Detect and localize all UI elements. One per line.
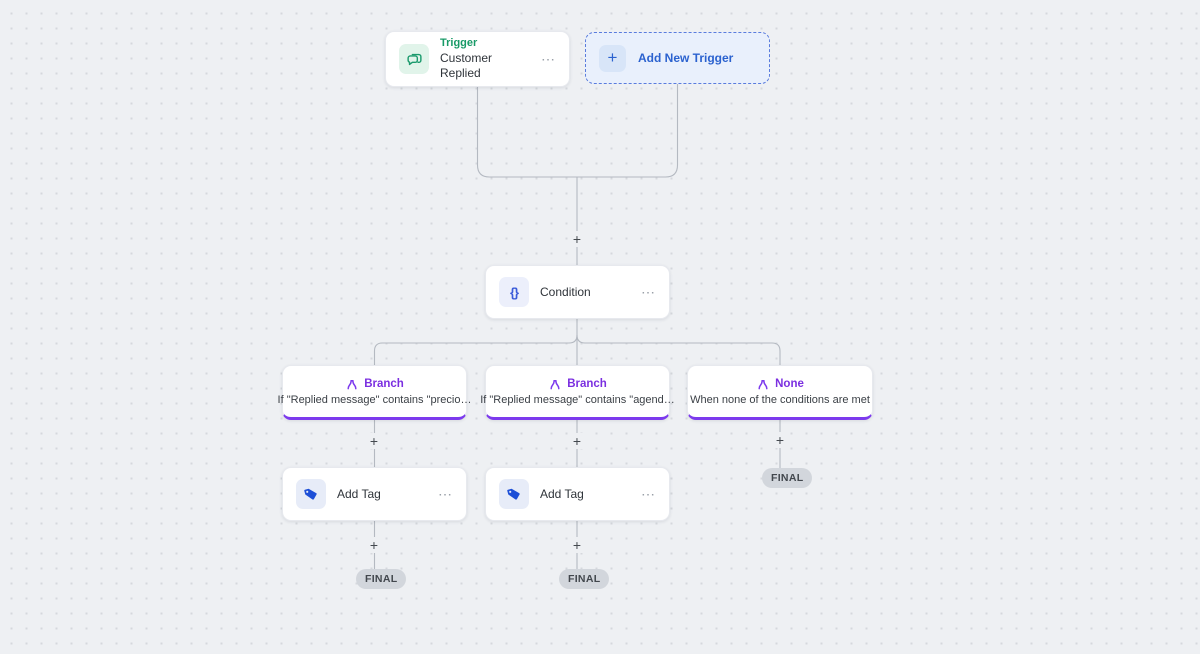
branch-condition-text: When none of the conditions are met <box>690 394 870 406</box>
final-badge: FINAL <box>559 569 610 589</box>
add-step-button[interactable]: + <box>772 432 788 448</box>
add-step-button[interactable]: + <box>366 433 382 449</box>
branch-condition-text: If "Replied message" contains "precio… <box>277 394 472 406</box>
trigger-menu-button[interactable]: ⋯ <box>541 51 556 68</box>
branch-node-2[interactable]: Branch If "Replied message" contains "ag… <box>480 365 675 420</box>
branch-node-1[interactable]: Branch If "Replied message" contains "pr… <box>278 365 471 420</box>
trigger-title: Customer Replied <box>440 50 493 80</box>
branch-condition-text: If "Replied message" contains "agend… <box>480 394 675 406</box>
add-step-button[interactable]: + <box>569 537 585 553</box>
add-step-button[interactable]: + <box>569 433 585 449</box>
branch-split-icon <box>758 380 768 390</box>
branch-split-icon <box>347 380 357 390</box>
add-tag-node-1[interactable]: Add Tag ⋯ <box>282 467 467 521</box>
chat-bubbles-icon <box>399 44 429 74</box>
add-tag-node-2[interactable]: Add Tag ⋯ <box>485 467 670 521</box>
add-step-button[interactable]: + <box>366 537 382 553</box>
condition-node[interactable]: {} Condition ⋯ <box>485 265 670 319</box>
workflow-canvas[interactable]: Trigger Customer Replied ⋯ + Add New Tri… <box>0 0 1200 654</box>
plus-icon: + <box>599 44 626 72</box>
add-new-trigger-button[interactable]: + Add New Trigger <box>585 32 770 84</box>
branch-node-none[interactable]: None When none of the conditions are met <box>687 365 873 420</box>
tag-icon <box>499 479 529 509</box>
trigger-type-label: Trigger <box>440 37 478 50</box>
add-new-trigger-label: Add New Trigger <box>638 51 734 65</box>
branch-type-label: None <box>775 378 804 390</box>
branch-split-icon <box>550 380 560 390</box>
add-tag-menu-button[interactable]: ⋯ <box>438 486 453 503</box>
add-tag-menu-button[interactable]: ⋯ <box>641 486 656 503</box>
final-badge: FINAL <box>762 468 813 488</box>
curly-braces-icon: {} <box>499 277 529 307</box>
add-tag-title: Add Tag <box>540 487 584 501</box>
add-step-button[interactable]: + <box>569 231 585 247</box>
condition-menu-button[interactable]: ⋯ <box>641 284 656 301</box>
branch-type-label: Branch <box>364 378 404 390</box>
tag-icon <box>296 479 326 509</box>
final-badge: FINAL <box>356 569 407 589</box>
branch-type-label: Branch <box>567 378 607 390</box>
add-tag-title: Add Tag <box>337 487 381 501</box>
trigger-node[interactable]: Trigger Customer Replied ⋯ <box>385 31 570 87</box>
connector-lines <box>373 84 781 569</box>
condition-title: Condition <box>540 285 591 299</box>
